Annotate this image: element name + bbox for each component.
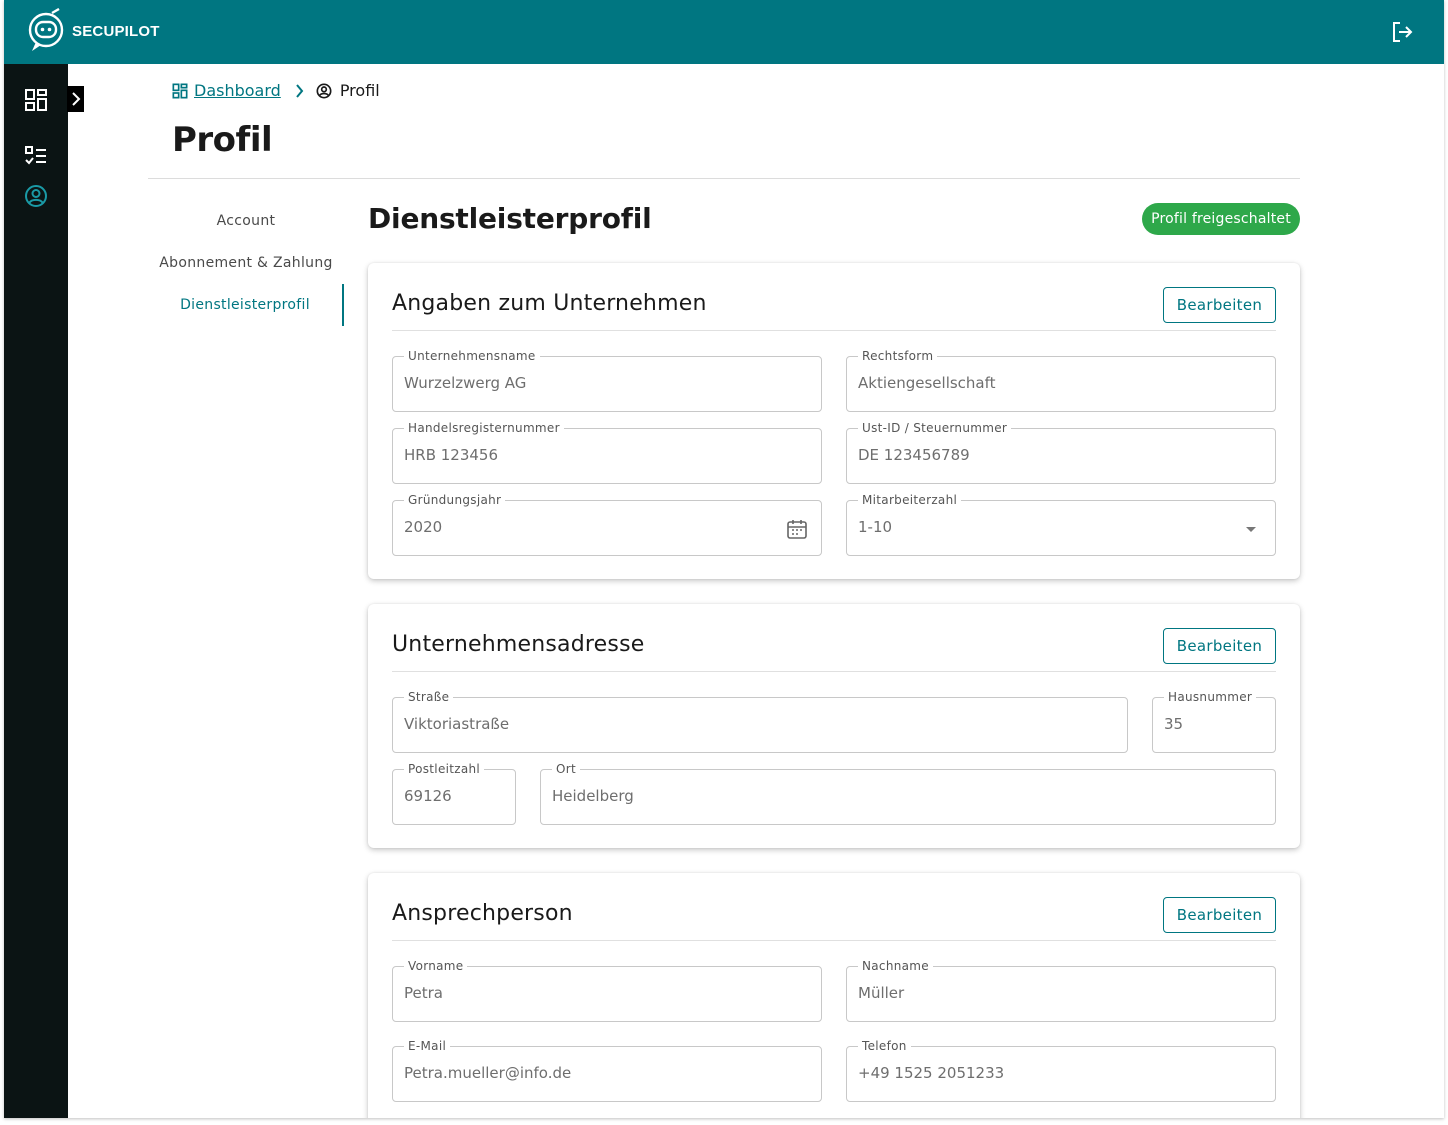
app-window: SECUPILOT Dashboard Profil Profil Accoun…: [4, 0, 1444, 1118]
field-label: Telefon: [858, 1039, 911, 1053]
card-title: Angaben zum Unternehmen: [392, 291, 707, 316]
card-header: Ansprechperson Bearbeiten: [392, 897, 1276, 941]
field-label: Postleitzahl: [404, 762, 485, 776]
house-number-field[interactable]: Hausnummer: [1152, 690, 1276, 753]
register-number-input[interactable]: [404, 446, 777, 464]
breadcrumb: Dashboard Profil: [172, 81, 380, 100]
phone-field[interactable]: Telefon: [846, 1039, 1276, 1102]
field-label: Ust-ID / Steuernummer: [858, 421, 1012, 435]
contact-person-card: Ansprechperson Bearbeiten Vorname Nachna…: [368, 873, 1300, 1118]
field-label: Nachname: [858, 959, 933, 973]
street-field[interactable]: Straße: [392, 690, 1128, 753]
field-label: Hausnummer: [1164, 690, 1257, 704]
city-field[interactable]: Ort: [540, 762, 1276, 825]
street-input[interactable]: [404, 715, 1083, 733]
dashboard-icon: [172, 83, 188, 98]
company-name-field[interactable]: Unternehmensname: [392, 349, 822, 412]
field-label: Gründungsjahr: [404, 493, 506, 507]
email-input[interactable]: [404, 1064, 777, 1082]
header-divider: [148, 178, 1300, 179]
tax-id-input[interactable]: [858, 446, 1231, 464]
dashboard-icon[interactable]: [24, 88, 48, 112]
checklist-icon[interactable]: [24, 144, 48, 168]
postal-code-field[interactable]: Postleitzahl: [392, 762, 516, 825]
email-field[interactable]: E-Mail: [392, 1039, 822, 1102]
company-address-card: Unternehmensadresse Bearbeiten Straße Ha…: [368, 604, 1300, 848]
register-number-field[interactable]: Handelsregisternummer: [392, 421, 822, 484]
field-label: E-Mail: [404, 1039, 451, 1053]
first-name-input[interactable]: [404, 984, 777, 1002]
section-title: Dienstleisterprofil: [368, 202, 652, 235]
calendar-icon[interactable]: [785, 517, 809, 541]
card-header: Angaben zum Unternehmen Bearbeiten: [392, 287, 1276, 331]
field-label: Mitarbeiterzahl: [858, 493, 962, 507]
tax-id-field[interactable]: Ust-ID / Steuernummer: [846, 421, 1276, 484]
last-name-input[interactable]: [858, 984, 1231, 1002]
profile-icon[interactable]: [24, 184, 48, 208]
field-label: Unternehmensname: [404, 349, 540, 363]
employee-count-select[interactable]: Mitarbeiterzahl: [846, 493, 1276, 556]
chevron-right-icon: [295, 83, 304, 98]
founding-year-field[interactable]: Gründungsjahr: [392, 493, 822, 556]
phone-input[interactable]: [858, 1064, 1231, 1082]
breadcrumb-current: Profil: [339, 81, 380, 100]
expand-rail-button[interactable]: [67, 86, 84, 112]
company-name-input[interactable]: [404, 374, 777, 392]
edit-contact-button[interactable]: Bearbeiten: [1163, 897, 1276, 933]
edit-company-button[interactable]: Bearbeiten: [1163, 287, 1276, 323]
chevron-right-icon: [71, 92, 80, 106]
card-header: Unternehmensadresse Bearbeiten: [392, 628, 1276, 672]
postal-code-input[interactable]: [404, 787, 505, 805]
brand-name: SECUPILOT: [72, 22, 160, 40]
card-title: Ansprechperson: [392, 901, 573, 926]
subnav-item-account[interactable]: Account: [148, 200, 344, 242]
first-name-field[interactable]: Vorname: [392, 959, 822, 1022]
status-badge: Profil freigeschaltet: [1142, 203, 1300, 235]
breadcrumb-dashboard-link[interactable]: Dashboard: [194, 81, 281, 100]
company-info-card: Angaben zum Unternehmen Bearbeiten Unter…: [368, 263, 1300, 579]
field-label: Handelsregisternummer: [404, 421, 564, 435]
page-title: Profil: [172, 120, 273, 160]
field-label: Ort: [552, 762, 580, 776]
profile-icon: [316, 83, 332, 98]
subnav-item-subscription[interactable]: Abonnement & Zahlung: [148, 242, 344, 284]
field-label: Vorname: [404, 959, 468, 973]
legal-form-field[interactable]: Rechtsform: [846, 349, 1276, 412]
last-name-field[interactable]: Nachname: [846, 959, 1276, 1022]
dropdown-arrow-icon[interactable]: [1239, 517, 1263, 541]
subnav-item-provider-profile[interactable]: Dienstleisterprofil: [148, 284, 344, 326]
legal-form-input[interactable]: [858, 374, 1231, 392]
side-rail: [4, 64, 68, 1118]
brand-logo[interactable]: SECUPILOT: [26, 8, 160, 54]
field-label: Rechtsform: [858, 349, 938, 363]
city-input[interactable]: [552, 787, 1231, 805]
house-number-input[interactable]: [1164, 715, 1265, 733]
founding-year-input[interactable]: [404, 518, 777, 536]
top-bar: SECUPILOT: [4, 0, 1444, 64]
card-title: Unternehmensadresse: [392, 632, 645, 657]
profile-subnav: Account Abonnement & Zahlung Dienstleist…: [148, 200, 344, 326]
logout-icon[interactable]: [1390, 20, 1414, 44]
secupilot-logo-icon: [28, 8, 64, 51]
edit-address-button[interactable]: Bearbeiten: [1163, 628, 1276, 664]
employee-count-input[interactable]: [858, 518, 1231, 536]
field-label: Straße: [404, 690, 454, 704]
